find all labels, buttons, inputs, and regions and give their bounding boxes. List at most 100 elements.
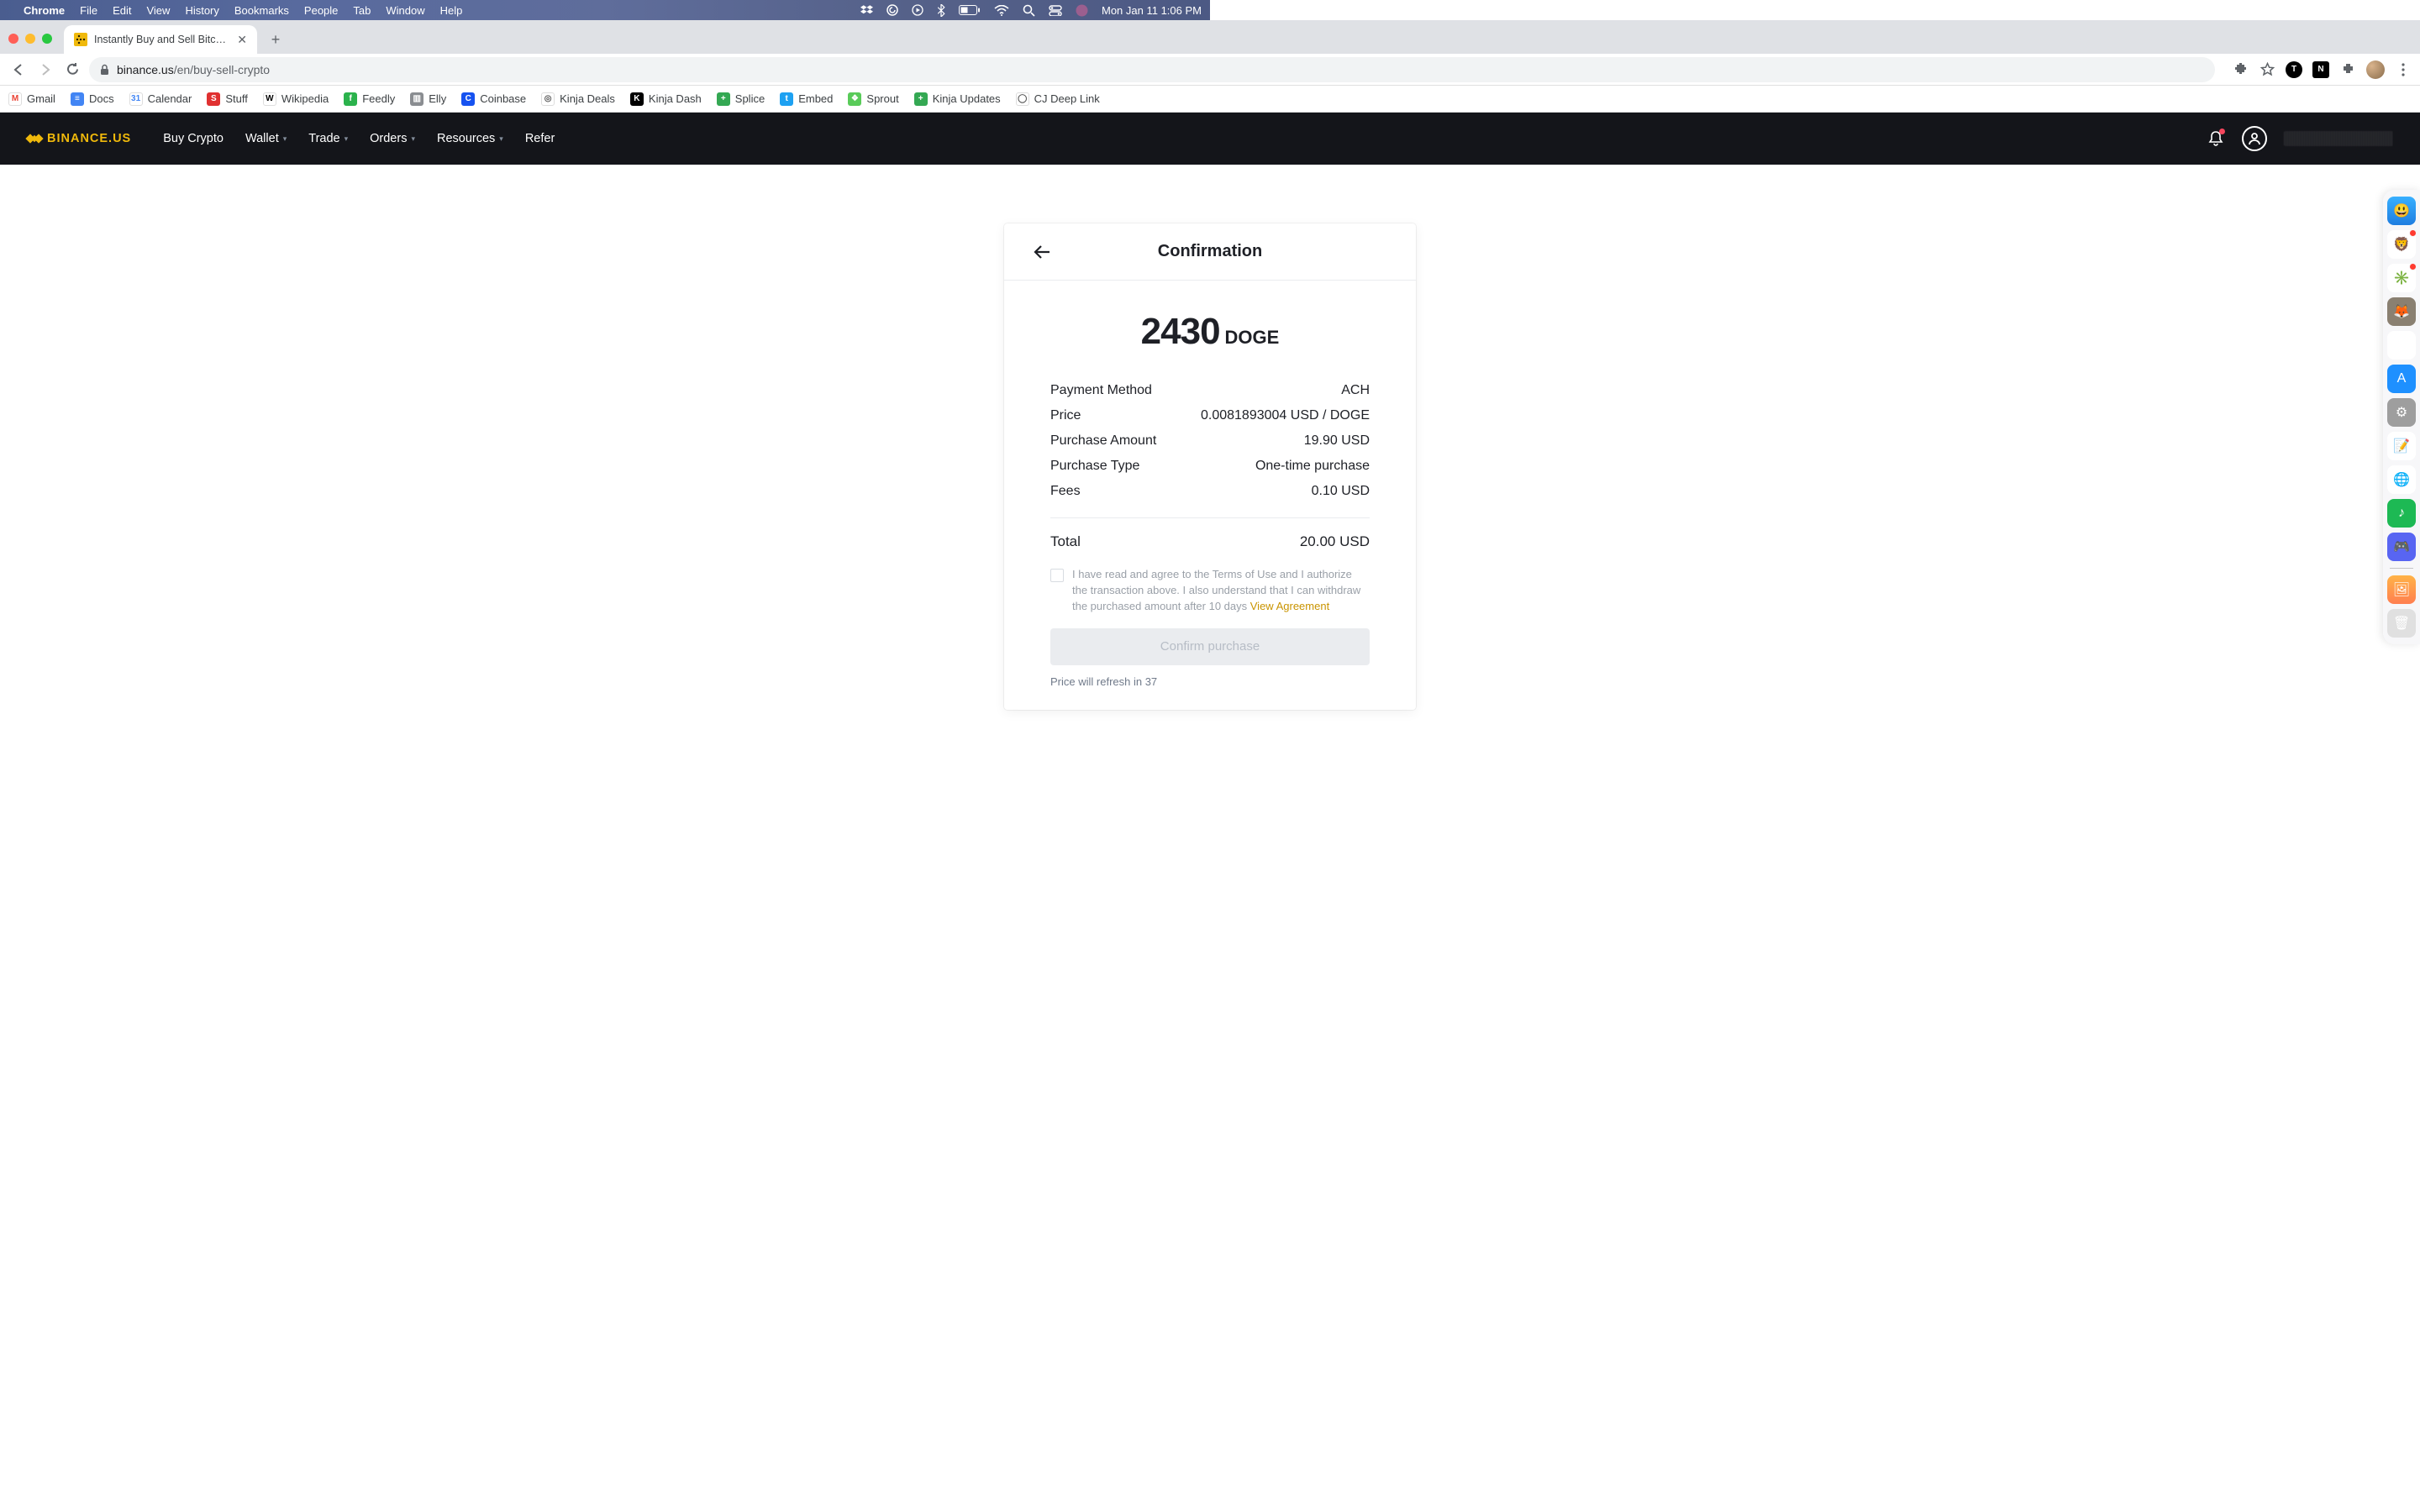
dropbox-menubar-icon[interactable] [860, 5, 873, 16]
bluetooth-menubar-icon[interactable] [937, 4, 945, 17]
dock-app-appstore[interactable]: A [2387, 365, 2416, 393]
mac-app-name[interactable]: Chrome [24, 4, 65, 17]
bookmark-item[interactable]: 31Calendar [129, 92, 192, 106]
mac-menu-help[interactable]: Help [440, 4, 463, 17]
amount-display: 2430DOGE [1004, 311, 1416, 353]
bookmark-label: CJ Deep Link [1034, 92, 1100, 105]
dock-app-slack[interactable]: ✳️ [2387, 264, 2416, 292]
window-close-button[interactable] [8, 34, 18, 44]
detail-value: One-time purchase [1255, 459, 1370, 474]
detail-value: 19.90 USD [1304, 433, 1370, 449]
dock-app-trash[interactable]: 🗑 [2387, 609, 2416, 638]
spotlight-menubar-icon[interactable] [1023, 4, 1035, 17]
notifications-button[interactable] [2207, 129, 2225, 148]
bookmark-item[interactable]: ❖Sprout [848, 92, 898, 106]
bookmark-item[interactable]: ≡Docs [71, 92, 114, 106]
extensions-puzzle-icon[interactable] [2339, 61, 2356, 78]
detail-row: Purchase TypeOne-time purchase [1050, 454, 1370, 479]
dock-app-chrome[interactable]: 🌐 [2387, 465, 2416, 494]
play-menubar-icon[interactable] [912, 4, 923, 16]
mac-menu-bookmarks[interactable]: Bookmarks [234, 4, 289, 17]
tab-close-icon[interactable]: ✕ [237, 33, 247, 47]
mac-menu-tab[interactable]: Tab [353, 4, 371, 17]
wifi-menubar-icon[interactable] [994, 5, 1009, 16]
dock-app-discord[interactable]: 🎮 [2387, 533, 2416, 561]
bookmark-item[interactable]: CCoinbase [461, 92, 526, 106]
bookmark-item[interactable]: SStuff [207, 92, 248, 106]
mac-menu-window[interactable]: Window [386, 4, 424, 17]
window-minimize-button[interactable] [25, 34, 35, 44]
mac-menu-edit[interactable]: Edit [113, 4, 131, 17]
bookmark-label: Gmail [27, 92, 55, 105]
nav-item[interactable]: Resources▾ [437, 132, 503, 145]
dock-app-textedit[interactable]: 📝 [2387, 432, 2416, 460]
profile-menu-button[interactable] [2242, 126, 2267, 151]
nav-back-button[interactable] [8, 60, 29, 80]
bookmark-item[interactable]: M Gmail [8, 92, 55, 106]
new-tab-button[interactable]: + [264, 28, 287, 51]
chevron-down-icon: ▾ [499, 134, 503, 144]
battery-menubar-icon[interactable] [959, 5, 981, 15]
bookmark-item[interactable]: +Splice [717, 92, 765, 106]
bookmark-favicon-icon: M [8, 92, 22, 106]
bookmark-favicon-icon: + [914, 92, 928, 106]
card-header: Confirmation [1004, 223, 1416, 281]
control-center-menubar-icon[interactable] [1049, 5, 1062, 16]
arrow-left-icon [1033, 244, 1051, 260]
browser-tab-active[interactable]: Instantly Buy and Sell Bitcoin, E ✕ [64, 25, 257, 54]
bookmark-item[interactable]: ▥Elly [410, 92, 446, 106]
dock-app-settings[interactable]: ⚙ [2387, 398, 2416, 427]
mac-menu-history[interactable]: History [185, 4, 218, 17]
extensions-icon[interactable] [2232, 61, 2249, 78]
bookmark-item[interactable]: fFeedly [344, 92, 395, 106]
bookmark-favicon-icon: ❖ [848, 92, 861, 106]
dock-app-finder[interactable]: 😃 [2387, 197, 2416, 225]
bookmark-star-icon[interactable] [2259, 61, 2275, 78]
bookmark-item[interactable]: tEmbed [780, 92, 833, 106]
badge-dot-icon [2409, 263, 2417, 270]
dock-app-spotify[interactable]: ♪ [2387, 499, 2416, 528]
dock-app-launchpad[interactable]: ▦ [2387, 331, 2416, 360]
bookmark-label: Kinja Deals [560, 92, 615, 105]
mac-clock[interactable]: Mon Jan 11 1:06 PM [1102, 4, 1202, 17]
view-agreement-link[interactable]: View Agreement [1250, 600, 1329, 612]
site-logo[interactable]: BINANCE.US [27, 131, 131, 146]
mac-dock: 😃 🦁 ✳️ 🦊 ▦ A ⚙ 📝 🌐 ♪ 🎮 🖼 🗑 [2383, 190, 2420, 644]
agreement-checkbox[interactable] [1050, 569, 1064, 582]
mac-menu-file[interactable]: File [80, 4, 97, 17]
detail-row: Payment MethodACH [1050, 378, 1370, 403]
profile-avatar-icon[interactable] [2366, 60, 2385, 79]
site-nav-menu: Buy Crypto Wallet▾ Trade▾ Orders▾ Resources▾… [163, 132, 555, 145]
nav-item[interactable]: Orders▾ [370, 132, 415, 145]
mac-menu-view[interactable]: View [146, 4, 170, 17]
dock-separator [2390, 568, 2413, 569]
nav-item[interactable]: Buy Crypto [163, 132, 224, 145]
back-button[interactable] [1029, 239, 1055, 265]
amount-symbol: DOGE [1225, 327, 1280, 348]
bookmark-item[interactable]: ◎Kinja Deals [541, 92, 615, 106]
grammarly-menubar-icon[interactable] [886, 4, 898, 16]
confirm-purchase-button[interactable]: Confirm purchase [1050, 628, 1370, 665]
bookmark-favicon-icon: ▥ [410, 92, 424, 106]
dock-app-brave[interactable]: 🦁 [2387, 230, 2416, 259]
toolbar-badge-t[interactable]: T [2286, 61, 2302, 78]
chrome-tab-strip: Instantly Buy and Sell Bitcoin, E ✕ + [0, 20, 2420, 54]
bookmark-item[interactable]: +Kinja Updates [914, 92, 1001, 106]
window-zoom-button[interactable] [42, 34, 52, 44]
nav-reload-button[interactable] [62, 60, 82, 80]
bookmark-item[interactable]: WWikipedia [263, 92, 329, 106]
mac-menu-people[interactable]: People [304, 4, 338, 17]
dock-app-folder[interactable]: 🖼 [2387, 575, 2416, 604]
bookmark-item[interactable]: KKinja Dash [630, 92, 702, 106]
nav-item[interactable]: Wallet▾ [245, 132, 287, 145]
nav-item[interactable]: Trade▾ [308, 132, 348, 145]
bookmark-label: Stuff [225, 92, 248, 105]
nav-forward-button[interactable] [35, 60, 55, 80]
omnibox[interactable]: binance.us/en/buy-sell-crypto [89, 57, 2215, 82]
chrome-menu-icon[interactable] [2395, 61, 2412, 78]
dock-app-gimp[interactable]: 🦊 [2387, 297, 2416, 326]
user-menubar-icon[interactable] [1076, 4, 1088, 17]
bookmark-item[interactable]: ◯CJ Deep Link [1016, 92, 1100, 106]
nav-item[interactable]: Refer [525, 132, 555, 145]
toolbar-badge-n[interactable]: N [2312, 61, 2329, 78]
